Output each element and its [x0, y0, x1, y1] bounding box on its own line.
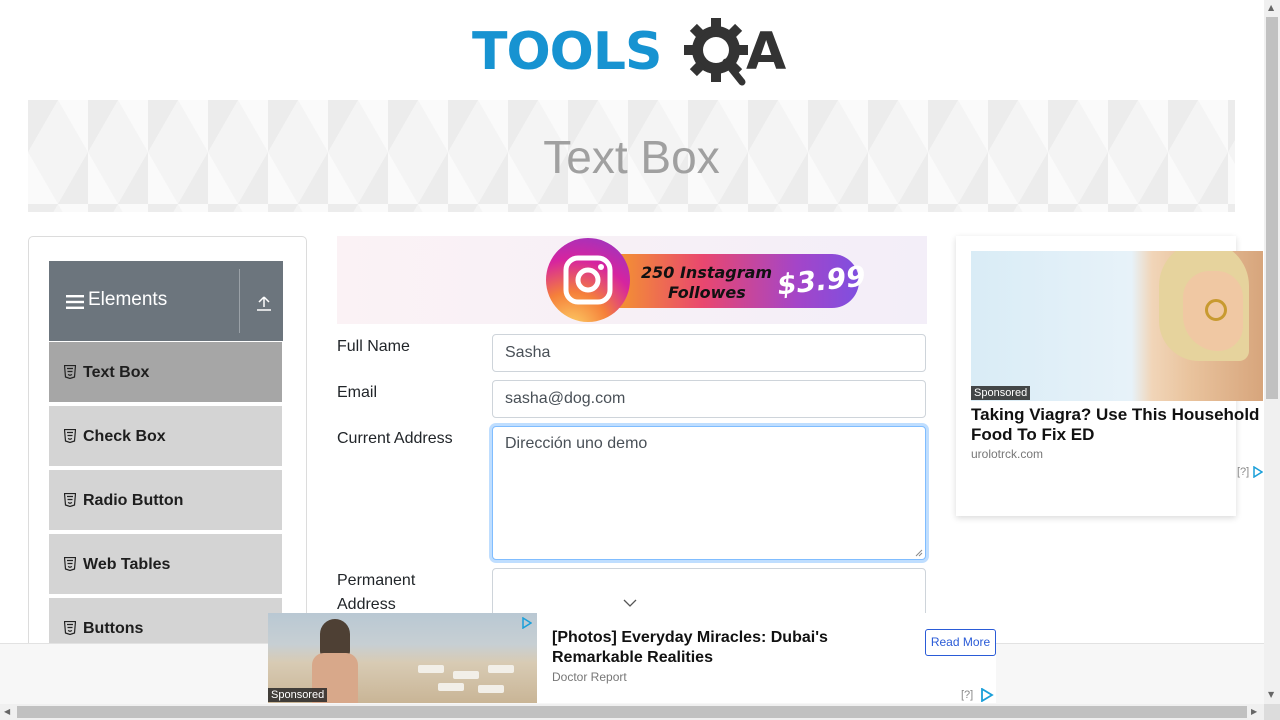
sidebar-item-check-box[interactable]: Check Box	[49, 406, 282, 468]
ad-info-link[interactable]: [?]	[961, 689, 973, 701]
ad-title[interactable]: [Photos] Everyday Miracles: Dubai's Rema…	[552, 628, 892, 668]
ad-image-chair	[478, 685, 504, 693]
current-address-label: Current Address	[337, 430, 453, 447]
logo-text: TOOLS	[472, 22, 662, 82]
scroll-down-arrow[interactable]: ▼	[1268, 690, 1274, 699]
scrollbar-corner	[1264, 704, 1280, 720]
current-address-textarea[interactable]: Dirección uno demo	[492, 426, 926, 560]
sponsored-badge: Sponsored	[268, 688, 328, 702]
ad-source[interactable]: urolotrck.com	[971, 447, 1043, 461]
sidebar-item-web-tables[interactable]: Web Tables	[49, 534, 282, 596]
adchoices-icon[interactable]	[1253, 466, 1263, 478]
horizontal-scrollbar-thumb[interactable]	[17, 706, 1247, 718]
scroll-up-arrow[interactable]: ▲	[1268, 3, 1274, 12]
email-label: Email	[337, 384, 378, 401]
ad-info-link[interactable]: [?]	[1237, 466, 1249, 478]
full-name-input[interactable]: Sasha	[492, 334, 926, 372]
ad-image-chair	[438, 683, 464, 691]
sidebar-item-radio-button[interactable]: Radio Button	[49, 470, 282, 532]
full-name-label: Full Name	[337, 338, 410, 355]
ad-image-chair	[488, 665, 514, 673]
sidebar-item-label: Buttons	[83, 620, 144, 637]
group-title: Elements	[88, 289, 168, 310]
vertical-scrollbar-thumb[interactable]	[1266, 17, 1278, 399]
html5-icon	[64, 429, 76, 443]
sidebar-item-text-box[interactable]: Text Box	[49, 342, 282, 404]
page: TOOLS A Text Box Elements Text Box Check…	[0, 0, 1280, 720]
sidebar-item-label: Web Tables	[83, 556, 171, 573]
gear-magnifier-icon	[684, 18, 748, 86]
instagram-logo	[546, 238, 630, 322]
scroll-right-arrow[interactable]: ▶	[1251, 707, 1257, 716]
elements-group-header[interactable]: Elements	[49, 261, 283, 341]
ad-image-earring	[1205, 299, 1227, 321]
hamburger-icon	[66, 295, 84, 309]
html5-icon	[64, 365, 76, 379]
instagram-icon	[563, 255, 613, 305]
ad-source[interactable]: Doctor Report	[552, 670, 627, 684]
page-title: Text Box	[543, 131, 720, 183]
ad-image-chair	[453, 671, 479, 679]
permanent-address-label: Permanent	[337, 572, 416, 589]
divider	[239, 269, 240, 333]
ad-title[interactable]: Taking Viagra? Use This Household Food T…	[971, 405, 1261, 445]
logo-letter-a: A	[746, 22, 787, 82]
sponsored-badge: Sponsored	[971, 386, 1031, 400]
ad-image-chair	[418, 665, 444, 673]
page-banner: Text Box	[28, 100, 1235, 212]
resize-grip-icon[interactable]	[915, 549, 923, 557]
sidebar-item-label: Text Box	[83, 364, 150, 381]
toolsqa-logo[interactable]: TOOLS A	[472, 14, 796, 92]
html5-icon	[64, 621, 76, 635]
upload-arrow-icon[interactable]	[256, 295, 272, 311]
ad-text: 250 Instagram	[641, 263, 773, 282]
html5-icon	[64, 493, 76, 507]
read-more-button[interactable]: Read More	[925, 629, 996, 656]
email-input[interactable]: sasha@dog.com	[492, 380, 926, 418]
current-address-value: Dirección uno demo	[505, 435, 648, 452]
html5-icon	[64, 557, 76, 571]
instagram-followers-ad[interactable]: 250 Instagram Followes $3.99	[337, 236, 927, 324]
adchoices-icon[interactable]	[522, 617, 532, 629]
ad-text: Followes	[668, 283, 746, 302]
chevron-down-icon	[623, 599, 637, 607]
scroll-left-arrow[interactable]: ◀	[4, 707, 10, 716]
sidebar-item-label: Radio Button	[83, 492, 184, 509]
adchoices-icon[interactable]	[980, 688, 994, 702]
ad-image[interactable]	[971, 251, 1263, 401]
sidebar-item-label: Check Box	[83, 428, 166, 445]
